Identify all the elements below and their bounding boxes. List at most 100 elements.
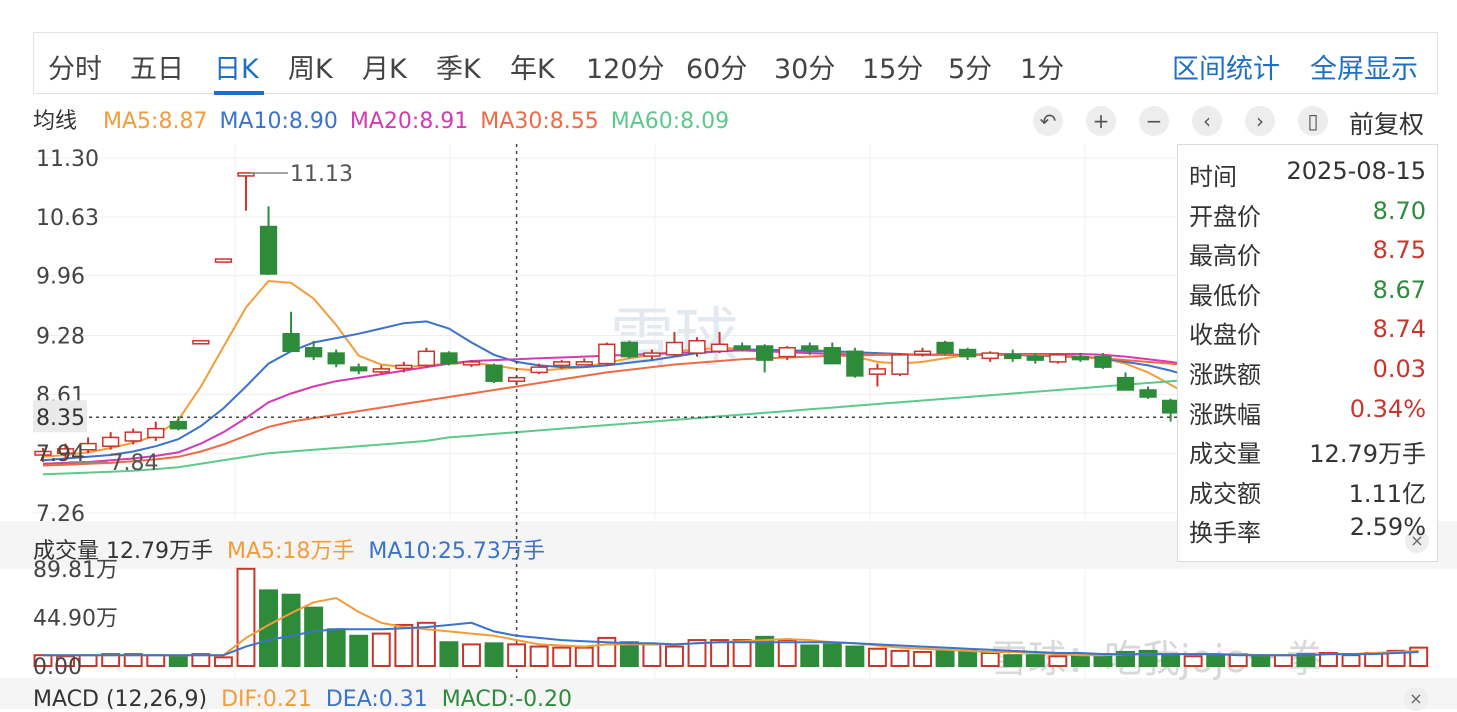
candle-body — [282, 332, 300, 353]
info-row: 最高价 8.75 — [1189, 236, 1426, 270]
info-row: 时间 2025-08-15 — [1189, 157, 1426, 191]
candle-body — [981, 352, 999, 360]
y-tick-label: 10.63 — [36, 206, 99, 231]
info-value: 2025-08-15 — [1286, 157, 1426, 185]
candle-body — [958, 348, 977, 358]
volume-bar — [394, 623, 414, 668]
candle-body — [823, 347, 841, 365]
candle-body — [733, 345, 751, 350]
candle-body — [868, 368, 887, 375]
volume-bar — [439, 641, 459, 667]
volume-bar — [1070, 654, 1090, 667]
info-key: 开盘价 — [1189, 202, 1261, 231]
volume-bar — [213, 656, 233, 668]
volume-bar — [777, 639, 797, 668]
candle-body — [395, 364, 413, 370]
candle-body — [102, 436, 120, 447]
candle-body — [598, 343, 616, 365]
volume-bar — [619, 641, 639, 667]
volume-bar — [1273, 654, 1293, 667]
volume-bar — [326, 628, 346, 667]
volume-bar — [958, 649, 978, 668]
candle-body — [440, 352, 458, 365]
volume-bar — [980, 652, 1000, 668]
legend-item: MA5:18万手 — [226, 539, 355, 564]
y-tick-label: 9.28 — [36, 325, 85, 350]
volume-bar — [642, 643, 662, 668]
y-tick-label: 11.30 — [36, 147, 99, 172]
volume-bar — [236, 567, 256, 668]
info-value: 2.59% — [1349, 513, 1426, 542]
candle-body — [553, 361, 571, 367]
legend-item: MACD (12,26,9) — [33, 687, 208, 712]
info-key: 换手率 — [1189, 519, 1261, 548]
volume-bar — [507, 643, 527, 668]
info-key: 收盘价 — [1189, 321, 1261, 350]
candle-body — [1116, 376, 1135, 391]
info-row: 涨跌幅 0.34% — [1189, 395, 1426, 429]
volume-bar — [867, 647, 887, 667]
candle-body — [417, 350, 436, 367]
legend-item: DEA:0.31 — [325, 687, 428, 712]
volume-bar — [710, 639, 730, 668]
legend-item: MACD:-0.20 — [441, 687, 573, 712]
volume-bar — [281, 593, 301, 668]
volume-bar — [1341, 654, 1361, 667]
candle-body — [192, 340, 210, 345]
info-row: 成交量 12.79万手 — [1189, 434, 1426, 468]
candle-body — [801, 345, 819, 351]
volume-tick-label: 44.90万 — [33, 607, 118, 632]
info-value: 8.75 — [1372, 236, 1426, 265]
candle-body — [936, 341, 954, 354]
candle-body — [214, 258, 233, 263]
info-row: 收盘价 8.74 — [1189, 315, 1426, 349]
macd-legend: MACD (12,26,9) DIF:0.21 DEA:0.31 MACD:-0.20 — [33, 687, 586, 712]
candle-body — [147, 427, 165, 439]
volume-bar — [304, 606, 324, 668]
info-value: 12.79万手 — [1309, 440, 1426, 469]
macd-close-button[interactable]: × — [1404, 687, 1428, 711]
candle-body — [259, 225, 278, 275]
volume-bar — [78, 654, 98, 667]
volume-bar — [1003, 654, 1023, 667]
candle-body — [304, 347, 323, 358]
candle-body — [1026, 355, 1044, 361]
candle-body — [710, 343, 729, 353]
volume-bar — [890, 649, 910, 668]
candle-body — [620, 341, 638, 358]
info-row: 成交额 1.11亿 — [1189, 474, 1426, 508]
info-key: 成交量 — [1189, 440, 1261, 469]
volume-bar — [1025, 654, 1045, 667]
info-key: 最高价 — [1189, 242, 1261, 271]
candle-body — [169, 420, 187, 430]
volume-bar — [1048, 655, 1068, 668]
volume-bar — [732, 639, 752, 668]
info-value: 1.11亿 — [1348, 479, 1426, 508]
crosshair-price-label: 8.35 — [36, 406, 85, 431]
y-tick-label: 7.94 — [36, 442, 85, 467]
info-key: 涨跌额 — [1189, 361, 1261, 389]
volume-bar — [1161, 653, 1181, 668]
candle-body — [530, 366, 548, 374]
volume-bar — [913, 650, 932, 667]
candle-body — [462, 361, 481, 366]
candle-body — [1004, 354, 1022, 360]
info-row: 开盘价 8.70 — [1189, 197, 1426, 231]
y-tick-label: 9.96 — [36, 265, 85, 290]
legend-item: MA10:25.73万手 — [368, 539, 545, 564]
candle-body — [688, 340, 706, 354]
volume-bar — [552, 646, 572, 668]
candle-body — [1094, 355, 1112, 368]
info-row: 涨跌额 0.03 — [1189, 355, 1426, 389]
info-key: 最低价 — [1189, 281, 1261, 310]
candle-body — [350, 366, 368, 372]
volume-bar — [484, 642, 504, 668]
info-value: 0.03 — [1372, 355, 1426, 383]
candle-body — [913, 350, 932, 356]
candle-body — [846, 350, 864, 377]
info-row: 最低价 8.67 — [1189, 276, 1426, 310]
info-key: 成交额 — [1189, 479, 1261, 508]
ohlc-info-panel: × 时间 2025-08-15 开盘价 8.70 最高价 8.75 最低价 8.67 收盘价 8.… — [1177, 144, 1438, 562]
info-key: 时间 — [1189, 163, 1237, 191]
candle-body — [1139, 389, 1157, 398]
